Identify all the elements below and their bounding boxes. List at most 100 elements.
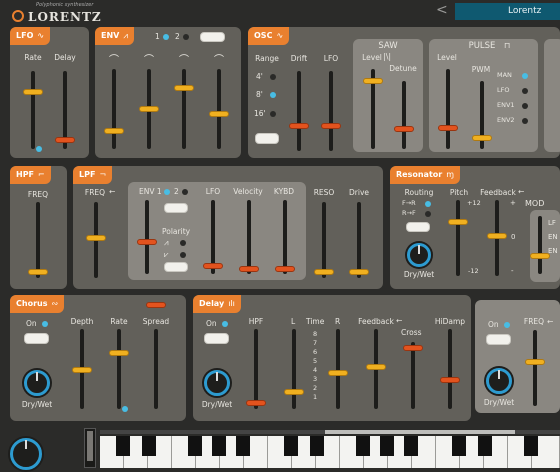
delay-feedback-handle[interactable] xyxy=(366,364,386,370)
pulse-pwm-handle[interactable] xyxy=(472,135,492,141)
lfo-delay-handle[interactable] xyxy=(55,137,75,143)
black-key[interactable] xyxy=(116,436,130,456)
delay-hidamp-handle[interactable] xyxy=(440,377,460,383)
pwm-mod-lfo-led[interactable] xyxy=(522,88,528,94)
osc-range-button[interactable] xyxy=(255,133,279,144)
reverb-freq-slider[interactable] xyxy=(533,330,537,406)
env-decay-handle[interactable] xyxy=(139,106,159,112)
osc-lfo-handle[interactable] xyxy=(321,123,341,129)
resonator-routing-button[interactable] xyxy=(406,222,430,232)
resonator-pitch-slider[interactable] xyxy=(456,200,460,276)
env-sustain-handle[interactable] xyxy=(174,85,194,91)
osc-drift-slider[interactable] xyxy=(297,71,301,151)
chorus-spread-handle[interactable] xyxy=(146,302,166,308)
delay-time-r-handle[interactable] xyxy=(328,370,348,376)
osc-range-8-led[interactable] xyxy=(270,92,276,98)
lpf-kybd-handle[interactable] xyxy=(275,266,295,272)
osc-range-4-led[interactable] xyxy=(270,74,276,80)
preset-display[interactable]: Lorentz xyxy=(455,3,560,20)
polarity-negative-led[interactable] xyxy=(180,252,186,258)
lpf-env1-led[interactable] xyxy=(164,189,170,195)
pwm-mod-man-led[interactable] xyxy=(522,73,528,79)
chorus-on-button[interactable] xyxy=(24,333,49,344)
lfo-rate-slider[interactable] xyxy=(31,71,35,149)
black-key[interactable] xyxy=(356,436,370,456)
env-options-button[interactable] xyxy=(200,32,225,42)
keyboard-scrollbar[interactable] xyxy=(100,430,560,434)
saw-detune-slider[interactable] xyxy=(402,81,406,149)
pulse-level-slider[interactable] xyxy=(446,69,450,149)
pwm-mod-env2-led[interactable] xyxy=(522,118,528,124)
hpf-freq-slider[interactable] xyxy=(36,202,40,278)
reverb-freq-handle[interactable] xyxy=(525,359,545,365)
lpf-velocity-slider[interactable] xyxy=(247,200,251,274)
lpf-freq-handle[interactable] xyxy=(86,235,106,241)
black-key[interactable] xyxy=(284,436,298,456)
delay-time-l-slider[interactable] xyxy=(292,329,296,409)
black-key[interactable] xyxy=(142,436,156,456)
chorus-drywet-knob[interactable] xyxy=(22,368,52,398)
lpf-env-button[interactable] xyxy=(164,203,188,213)
lpf-polarity-button[interactable] xyxy=(164,262,188,272)
resonator-mod-slider[interactable] xyxy=(538,216,542,274)
chorus-spread-slider[interactable] xyxy=(154,329,158,409)
polarity-positive-led[interactable] xyxy=(180,240,186,246)
resonator-pitch-handle[interactable] xyxy=(448,219,468,225)
master-volume-knob[interactable] xyxy=(8,436,44,472)
black-key[interactable] xyxy=(380,436,394,456)
route-r-to-f-led[interactable] xyxy=(425,211,431,217)
osc-range-16-led[interactable] xyxy=(270,111,276,117)
env1-selector-led[interactable] xyxy=(163,34,169,40)
env-sustain-slider[interactable] xyxy=(182,69,186,149)
saw-detune-handle[interactable] xyxy=(394,126,414,132)
reverb-on-button[interactable] xyxy=(486,334,511,345)
black-key[interactable] xyxy=(188,436,202,456)
lfo-rate-handle[interactable] xyxy=(23,89,43,95)
env2-selector-led[interactable] xyxy=(183,34,189,40)
preset-prev-button[interactable]: < xyxy=(436,2,448,18)
resonator-drywet-knob[interactable] xyxy=(405,241,433,269)
delay-hidamp-slider[interactable] xyxy=(448,329,452,409)
env-attack-handle[interactable] xyxy=(104,128,124,134)
pwm-mod-env1-led[interactable] xyxy=(522,103,528,109)
lpf-env2-led[interactable] xyxy=(182,189,188,195)
delay-drywet-knob[interactable] xyxy=(202,368,232,398)
lpf-drive-slider[interactable] xyxy=(357,202,361,278)
black-key[interactable] xyxy=(310,436,324,456)
env-attack-slider[interactable] xyxy=(112,69,116,149)
black-key[interactable] xyxy=(524,436,538,456)
delay-hpf-handle[interactable] xyxy=(246,400,266,406)
black-key[interactable] xyxy=(478,436,492,456)
lpf-reso-handle[interactable] xyxy=(314,269,334,275)
resonator-feedback-handle[interactable] xyxy=(487,233,507,239)
env-release-handle[interactable] xyxy=(209,111,229,117)
resonator-mod-handle[interactable] xyxy=(530,253,550,259)
route-f-to-r-led[interactable] xyxy=(425,201,431,207)
lpf-env-amount-handle[interactable] xyxy=(137,239,157,245)
black-key[interactable] xyxy=(212,436,226,456)
delay-time-r-slider[interactable] xyxy=(336,329,340,409)
black-key[interactable] xyxy=(404,436,418,456)
lpf-kybd-slider[interactable] xyxy=(283,200,287,274)
black-key[interactable] xyxy=(236,436,250,456)
delay-on-button[interactable] xyxy=(204,333,229,344)
saw-level-handle[interactable] xyxy=(363,78,383,84)
chorus-rate-handle[interactable] xyxy=(109,350,129,356)
osc-drift-handle[interactable] xyxy=(289,123,309,129)
lpf-velocity-handle[interactable] xyxy=(239,266,259,272)
hpf-freq-handle[interactable] xyxy=(28,269,48,275)
env-release-slider[interactable] xyxy=(217,69,221,149)
black-key[interactable] xyxy=(452,436,466,456)
delay-cross-slider[interactable] xyxy=(411,342,415,409)
reverb-drywet-knob[interactable] xyxy=(484,366,514,396)
pulse-level-handle[interactable] xyxy=(438,125,458,131)
chorus-rate-slider[interactable] xyxy=(117,329,121,409)
keyboard[interactable] xyxy=(100,436,560,468)
delay-time-l-handle[interactable] xyxy=(284,389,304,395)
lpf-lfo-handle[interactable] xyxy=(203,263,223,269)
lpf-reso-slider[interactable] xyxy=(322,202,326,278)
lpf-drive-handle[interactable] xyxy=(349,269,369,275)
pitch-wheel[interactable] xyxy=(84,428,96,468)
keyboard-scroll-thumb[interactable] xyxy=(325,430,515,434)
delay-hpf-slider[interactable] xyxy=(254,329,258,409)
